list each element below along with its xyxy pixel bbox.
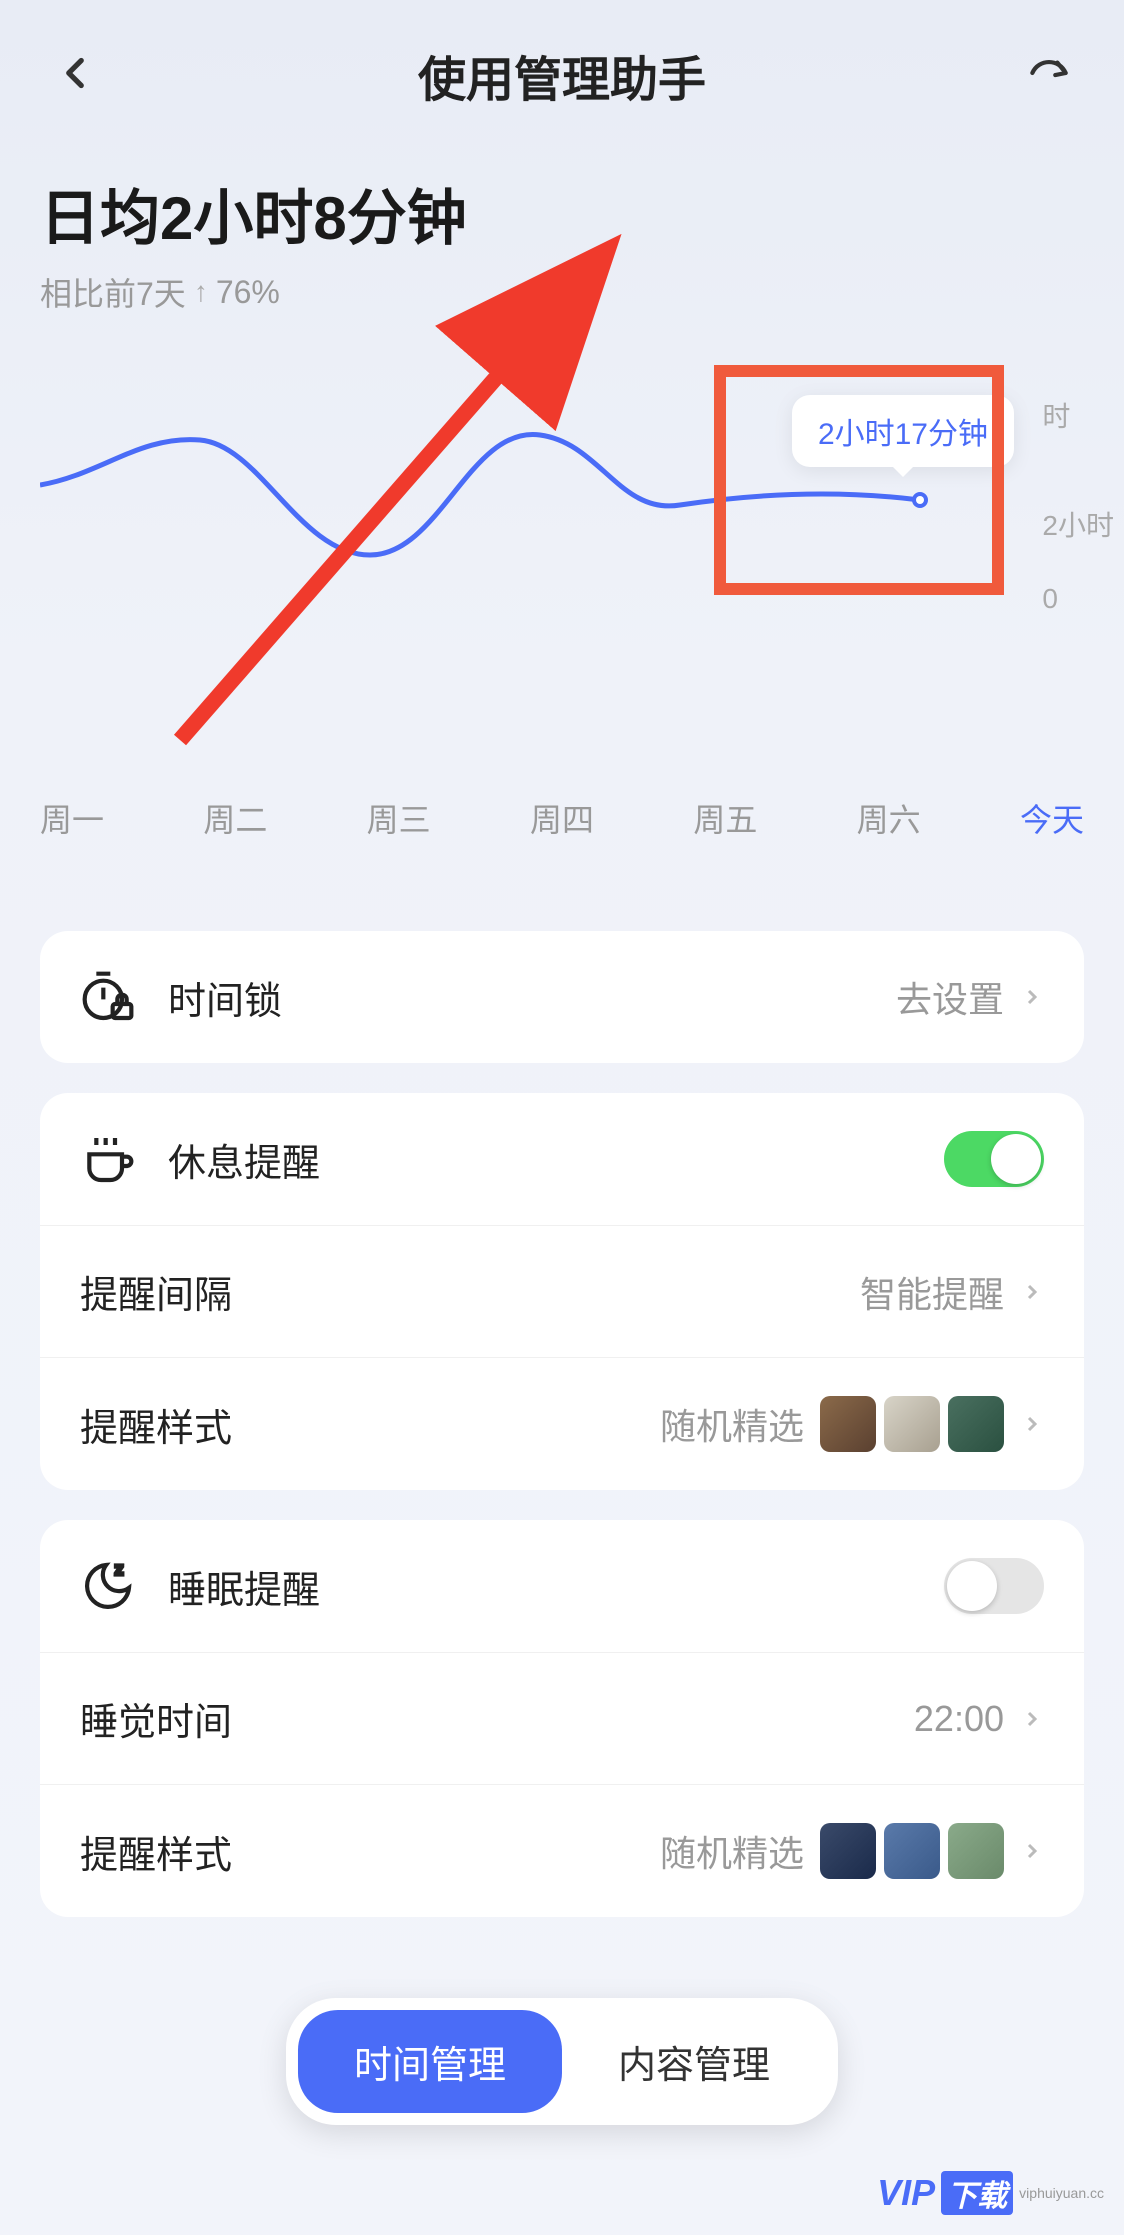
x-tick[interactable]: 周五 [693,795,757,841]
sleep-reminder-toggle[interactable] [944,1558,1044,1614]
chevron-right-icon [1020,1280,1044,1304]
tab-content-management[interactable]: 内容管理 [562,2010,826,2113]
cup-icon [80,1131,136,1187]
sleep-reminder-label: 睡眠提醒 [168,1559,944,1614]
stats-section: 日均2小时8分钟 相比前7天 ↑ 76% [0,140,1124,335]
time-lock-card: 时间锁 去设置 [40,931,1084,1063]
stopwatch-lock-icon [80,969,136,1025]
thumbnail [884,1396,940,1452]
thumbnail [948,1823,1004,1879]
reminder-style-value: 随机精选 [660,1398,804,1450]
chevron-right-icon [1020,1412,1044,1436]
arrow-up-icon: ↑ [194,276,208,308]
sleep-style-label: 提醒样式 [80,1824,660,1879]
x-tick-today[interactable]: 今天 [1020,795,1084,841]
thumbnail [820,1396,876,1452]
sleep-reminder-card: z 睡眠提醒 睡觉时间 22:00 提醒样式 随机精选 [40,1520,1084,1917]
watermark-dl: 下载 [941,2171,1013,2215]
reminder-interval-row[interactable]: 提醒间隔 智能提醒 [40,1225,1084,1357]
y-axis: 时 2小时 0 [1042,355,1114,615]
x-tick[interactable]: 周一 [40,795,104,841]
page-title: 使用管理助手 [418,40,706,110]
x-axis: 周一 周二 周三 周四 周五 周六 今天 [0,795,1124,841]
chevron-right-icon [1020,1839,1044,1863]
sleep-style-value: 随机精选 [660,1825,804,1877]
reminder-style-row[interactable]: 提醒样式 随机精选 [40,1357,1084,1490]
sleep-style-row[interactable]: 提醒样式 随机精选 [40,1784,1084,1917]
time-lock-label: 时间锁 [168,970,896,1025]
x-tick[interactable]: 周三 [367,795,431,841]
rest-reminder-row: 休息提醒 [40,1093,1084,1225]
y-tick: 2小时 [1042,504,1114,544]
thumbnail [820,1823,876,1879]
watermark: VIP 下载 viphuiyuan.cc [877,2171,1104,2215]
y-tick: 0 [1042,583,1114,615]
avg-time: 日均2小时8分钟 [40,170,1084,257]
watermark-url: viphuiyuan.cc [1019,2185,1104,2201]
sleep-time-label: 睡觉时间 [80,1691,914,1746]
time-lock-row[interactable]: 时间锁 去设置 [40,931,1084,1063]
chevron-right-icon [1020,985,1044,1009]
x-tick[interactable]: 周四 [530,795,594,841]
share-icon[interactable] [1024,48,1074,103]
watermark-vip: VIP [877,2172,935,2214]
bottom-tabs: 时间管理 内容管理 [286,1998,838,2125]
rest-reminder-card: 休息提醒 提醒间隔 智能提醒 提醒样式 随机精选 [40,1093,1084,1490]
tab-time-management[interactable]: 时间管理 [298,2010,562,2113]
back-icon[interactable] [50,48,100,103]
y-tick: 时 [1042,395,1114,435]
reminder-interval-label: 提醒间隔 [80,1264,860,1319]
rest-reminder-label: 休息提醒 [168,1132,944,1187]
style-thumbnails [820,1396,1004,1452]
svg-text:z: z [115,1560,123,1578]
compare-line: 相比前7天 ↑ 76% [40,269,1084,315]
sleep-time-value: 22:00 [914,1698,1004,1740]
rest-reminder-toggle[interactable] [944,1131,1044,1187]
x-tick[interactable]: 周二 [203,795,267,841]
style-thumbnails [820,1823,1004,1879]
reminder-style-label: 提醒样式 [80,1397,660,1452]
x-tick[interactable]: 周六 [857,795,921,841]
chart-tooltip: 2小时17分钟 [792,395,1014,467]
sleep-reminder-row: z 睡眠提醒 [40,1520,1084,1652]
usage-chart[interactable]: 时 2小时 0 2小时17分钟 [0,355,1124,775]
time-lock-value: 去设置 [896,971,1004,1023]
thumbnail [948,1396,1004,1452]
reminder-interval-value: 智能提醒 [860,1266,1004,1318]
moon-icon: z [80,1558,136,1614]
sleep-time-row[interactable]: 睡觉时间 22:00 [40,1652,1084,1784]
compare-pct: 76% [216,274,280,311]
compare-prefix: 相比前7天 [40,269,186,315]
header: 使用管理助手 [0,0,1124,140]
chevron-right-icon [1020,1707,1044,1731]
thumbnail [884,1823,940,1879]
